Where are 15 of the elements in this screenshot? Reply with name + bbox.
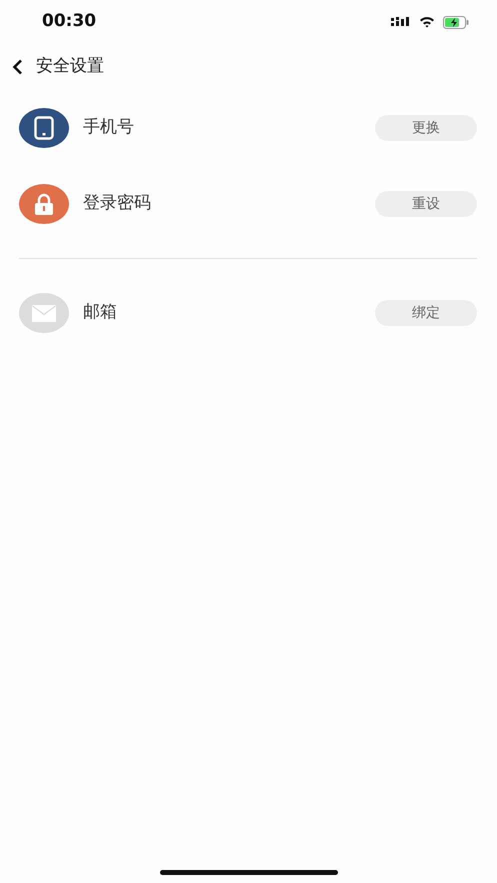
tablet-icon xyxy=(34,116,54,140)
page-title: 安全设置 xyxy=(36,55,104,78)
setting-label: 登录密码 xyxy=(83,192,152,216)
action-button[interactable]: 绑定 xyxy=(375,300,477,326)
battery-icon xyxy=(443,16,469,28)
action-button[interactable]: 更换 xyxy=(375,115,477,141)
lock-icon xyxy=(34,193,54,215)
setting-label: 手机号 xyxy=(83,116,135,140)
envelope-icon xyxy=(32,304,56,322)
action-button[interactable]: 重设 xyxy=(375,191,477,217)
back-icon xyxy=(12,59,23,75)
wifi-icon xyxy=(419,16,435,28)
signal-icon xyxy=(391,17,411,27)
setting-label: 邮箱 xyxy=(83,301,118,324)
status-time: 00:30 xyxy=(42,10,96,34)
